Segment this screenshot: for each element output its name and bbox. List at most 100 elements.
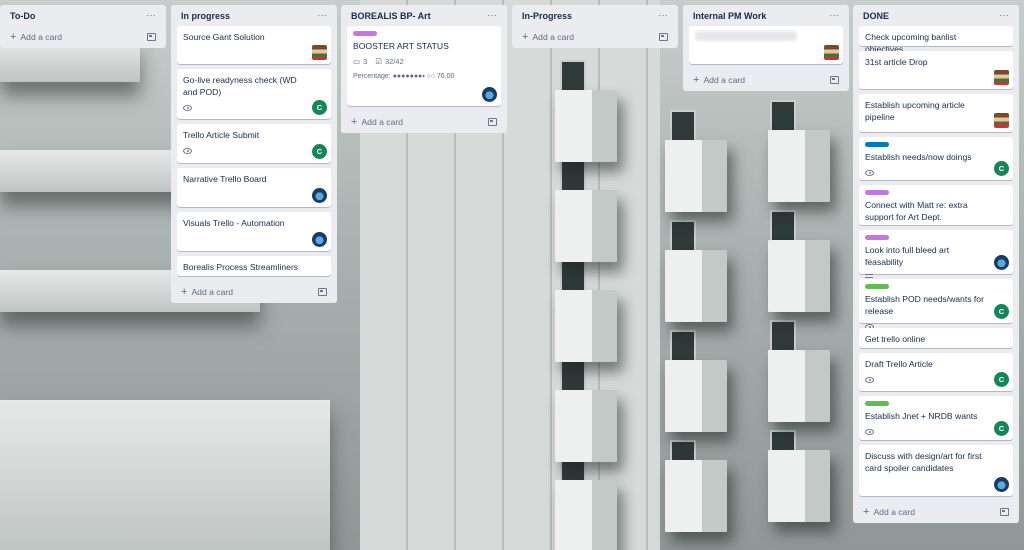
custom-field-percentage: Percentage: ●●●●●●●◐○○ 76.00 [353,73,455,80]
member-avatar[interactable] [312,45,327,60]
list-header: Internal PM Work ··· [689,5,843,26]
card[interactable]: BOOSTER ART STATUS ▭ 3 ☑ 32/42 Percentage:… [347,26,501,106]
card-title: Source Gant Solution [183,32,265,42]
checklist-badge: ☑ 32/42 [375,57,404,66]
list-title[interactable]: BOREALIS BP- Art [351,11,431,21]
card[interactable]: 31st article Drop [859,51,1013,89]
list-title[interactable]: DONE [863,11,889,21]
card-template-icon[interactable] [1000,508,1009,516]
card[interactable]: Go-live readyness check (WD and POD) C [177,69,331,119]
card-title: Establish needs/now doings [865,152,972,162]
add-card-label: Add a card [873,507,916,517]
member-avatar[interactable] [312,232,327,247]
list-menu-icon[interactable]: ··· [999,10,1009,21]
card[interactable]: Draft Trello Article C [859,353,1013,391]
member-avatar[interactable] [994,70,1009,85]
watch-icon [865,428,874,435]
card[interactable]: Narrative Trello Board [177,168,331,207]
list-header: DONE ··· [859,5,1013,26]
redacted-card-title [695,31,797,41]
list-internal-pm-work: Internal PM Work ··· + Add a card [683,5,849,91]
card-label-blue [865,142,889,147]
card-template-icon[interactable] [318,288,327,296]
card-label-purple [353,31,377,36]
card[interactable]: Establish POD needs/wants for release C [859,279,1013,330]
add-card-label: Add a card [191,287,234,297]
member-avatar[interactable]: C [994,421,1009,436]
add-card-button[interactable]: + Add a card [6,26,160,48]
board: To-Do ··· + Add a card In progress ··· So… [0,0,1024,550]
list-title[interactable]: In progress [181,11,230,21]
watch-icon [183,147,192,154]
list-menu-icon[interactable]: ··· [658,10,668,21]
card-template-icon[interactable] [488,118,497,126]
add-card-button[interactable]: + Add a card [347,111,501,133]
member-avatar[interactable]: C [994,304,1009,319]
list-done: DONE ··· Check upcoming banlist objectiv… [853,5,1019,523]
list-to-do: To-Do ··· + Add a card [0,5,166,48]
plus-icon: + [863,505,870,518]
card[interactable]: Source Gant Solution [177,26,331,64]
list-header: In progress ··· [177,5,331,26]
list-menu-icon[interactable]: ··· [829,10,839,21]
list-header: To-Do ··· [6,5,160,26]
card-template-icon[interactable] [830,76,839,84]
member-avatar[interactable] [994,477,1009,492]
card[interactable]: Check upcoming banlist objectives [859,26,1013,54]
member-avatar[interactable]: C [312,144,327,159]
member-avatar[interactable] [994,255,1009,270]
card[interactable] [689,26,843,64]
member-avatar[interactable] [482,87,497,102]
list-menu-icon[interactable]: ··· [487,10,497,21]
card-title: Look into full bleed art feasability [865,245,950,267]
card[interactable]: Look into full bleed art feasability [859,230,1013,281]
add-card-label: Add a card [20,32,63,42]
watch-icon [865,169,874,176]
card[interactable]: Establish upcoming article pipeline [859,94,1013,132]
member-avatar[interactable] [994,113,1009,128]
card[interactable]: Discuss with design/art for first card s… [859,445,1013,496]
card-title: Visuals Trello - Automation [183,218,285,228]
card-template-icon[interactable] [147,33,156,41]
card[interactable]: Borealis Process Streamliners [177,256,331,276]
card[interactable]: Establish Jnet + NRDB wants C [859,396,1013,440]
add-card-button[interactable]: + Add a card [518,26,672,48]
plus-icon: + [181,285,188,298]
card[interactable]: Trello Article Submit C [177,124,331,163]
list-title[interactable]: Internal PM Work [693,11,766,21]
member-avatar[interactable]: C [312,100,327,115]
list-menu-icon[interactable]: ··· [146,10,156,21]
card-title: Narrative Trello Board [183,174,267,184]
checklist-icon: ☑ [375,57,382,66]
card-title: 31st article Drop [865,57,928,67]
member-avatar[interactable]: C [994,161,1009,176]
comments-badge: ▭ 3 [353,57,368,66]
list-menu-icon[interactable]: ··· [317,10,327,21]
list-in-progress: In progress ··· Source Gant Solution Go-… [171,5,337,303]
member-avatar[interactable] [312,188,327,203]
card-title: Establish POD needs/wants for release [865,294,984,316]
plus-icon: + [693,73,700,86]
card-title: Borealis Process Streamliners [183,262,299,272]
member-avatar[interactable] [824,45,839,60]
add-card-button[interactable]: + Add a card [859,501,1013,523]
plus-icon: + [10,30,17,43]
card-title: Draft Trello Article [865,359,933,369]
card[interactable]: Establish needs/now doings C [859,137,1013,180]
card-title: Establish Jnet + NRDB wants [865,411,978,421]
add-card-label: Add a card [532,32,575,42]
member-avatar[interactable]: C [994,372,1009,387]
plus-icon: + [522,30,529,43]
add-card-button[interactable]: + Add a card [689,69,843,91]
list-title[interactable]: In-Progress [522,11,572,21]
card-label-green [865,284,889,289]
card-title: Establish upcoming article pipeline [865,100,965,122]
card[interactable]: Connect with Matt re: extra support for … [859,185,1013,225]
list-title[interactable]: To-Do [10,11,35,21]
card[interactable]: Visuals Trello - Automation [177,212,331,251]
add-card-button[interactable]: + Add a card [177,281,331,303]
card-label-purple [865,190,889,195]
card[interactable]: Get trello online [859,328,1013,348]
list-header: BOREALIS BP- Art ··· [347,5,501,26]
card-template-icon[interactable] [659,33,668,41]
